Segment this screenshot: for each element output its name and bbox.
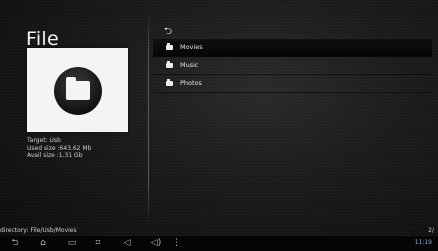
list-item-photos[interactable]: Photos xyxy=(153,75,432,93)
file-list: Movies Music Photos xyxy=(153,39,432,93)
system-navbar: ⮌ ⌂ ▭ ⌗ ◁ ◁) ⋮ 11:19 xyxy=(0,236,438,251)
list-item-music[interactable]: Music xyxy=(153,57,432,75)
volume-down-icon[interactable]: ◁ xyxy=(121,238,133,248)
panel-divider xyxy=(148,12,149,224)
volume-up-icon[interactable]: ◁) xyxy=(150,238,162,248)
menu-icon[interactable]: ⋮ xyxy=(172,238,181,248)
storage-avail: Avail size :1.31 Gb xyxy=(27,152,83,159)
page-indicator: 2/ xyxy=(428,227,434,234)
storage-info: Target: Usb Used size :643.62 Mb Avail s… xyxy=(27,137,91,160)
folder-icon xyxy=(166,43,173,50)
screenshot-icon[interactable]: ⌗ xyxy=(92,238,104,248)
home-icon[interactable]: ⌂ xyxy=(37,238,49,248)
file-browser-screen: File Target: Usb Used size :643.62 Mb Av… xyxy=(0,0,438,251)
storage-target: Target: Usb xyxy=(27,137,61,144)
list-item-movies[interactable]: Movies xyxy=(153,39,432,57)
back-icon[interactable]: ⮌ xyxy=(9,238,21,248)
page-title: File xyxy=(26,28,59,50)
folder-icon xyxy=(166,79,173,86)
current-directory: directory: File/Usb/Movies xyxy=(0,227,77,234)
list-item-label: Movies xyxy=(180,43,203,51)
recent-apps-icon[interactable]: ▭ xyxy=(66,238,78,248)
up-folder-icon[interactable]: ⮌ xyxy=(164,26,178,38)
folder-icon xyxy=(166,61,173,68)
storage-thumbnail xyxy=(27,48,128,132)
status-clock: 11:19 xyxy=(414,239,432,246)
storage-used: Used size :643.62 Mb xyxy=(27,144,92,152)
list-item-label: Music xyxy=(180,61,199,69)
list-item-label: Photos xyxy=(180,79,202,87)
folder-icon xyxy=(66,77,90,100)
